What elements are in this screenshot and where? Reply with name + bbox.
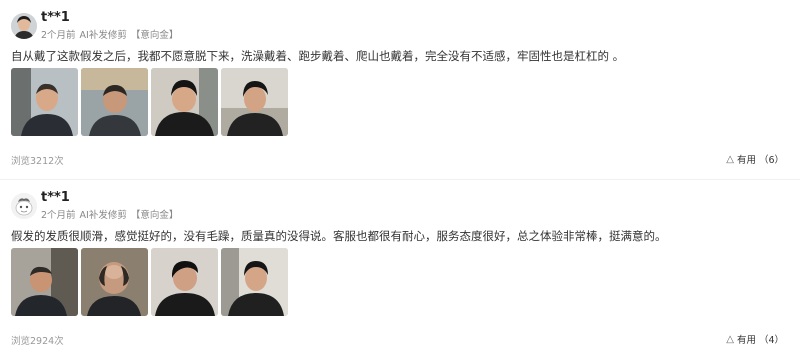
user-name[interactable]: t**1 — [41, 10, 70, 25]
service-tag: 【意向金】 — [130, 30, 179, 41]
review-photo[interactable] — [151, 68, 218, 136]
service-name: AI补发修剪 — [79, 210, 127, 221]
useful-button[interactable]: △ 有用 （4） — [726, 332, 784, 347]
review-photo[interactable] — [221, 68, 288, 136]
useful-button[interactable]: △ 有用 （6） — [726, 152, 784, 167]
view-count: 浏览2924次 — [11, 336, 64, 347]
avatar[interactable] — [11, 193, 37, 219]
review-photo[interactable] — [81, 248, 148, 316]
review-photo[interactable] — [11, 248, 78, 316]
useful-label: 有用 — [736, 155, 756, 166]
review-time: 2个月前 — [41, 30, 76, 41]
useful-label: 有用 — [736, 335, 756, 346]
review-photos — [11, 68, 288, 136]
review-content: 自从戴了这款假发之后，我都不愿意脱下来，洗澡戴着、跑步戴着、爬山也戴着，完全没有… — [11, 49, 625, 63]
review-photo[interactable] — [11, 68, 78, 136]
useful-count: （4） — [758, 335, 784, 346]
user-name[interactable]: t**1 — [41, 190, 70, 205]
view-count: 浏览3212次 — [11, 156, 64, 167]
thumbs-up-icon: △ — [726, 153, 734, 165]
review-content: 假发的发质很顺滑，感觉挺好的，没有毛躁，质量真的没得说。客服也都很有耐心，服务态… — [11, 229, 667, 243]
review-item: t**1 2个月前 AI补发修剪 【意向金】 自从戴了这款假发之后，我都不愿意脱下来… — [0, 0, 800, 179]
review-item: t**1 2个月前 AI补发修剪 【意向金】 假发的发质很顺滑，感觉挺好的，没有毛躁… — [0, 179, 800, 359]
service-name: AI补发修剪 — [79, 30, 127, 41]
review-photos — [11, 248, 288, 316]
review-photo[interactable] — [221, 248, 288, 316]
review-photo[interactable] — [81, 68, 148, 136]
useful-count: （6） — [758, 155, 784, 166]
review-photo[interactable] — [151, 248, 218, 316]
avatar[interactable] — [11, 13, 37, 39]
review-time: 2个月前 — [41, 210, 76, 221]
review-meta: 2个月前 AI补发修剪 【意向金】 — [41, 207, 182, 221]
service-tag: 【意向金】 — [130, 210, 179, 221]
thumbs-up-icon: △ — [726, 333, 734, 345]
review-meta: 2个月前 AI补发修剪 【意向金】 — [41, 27, 182, 41]
